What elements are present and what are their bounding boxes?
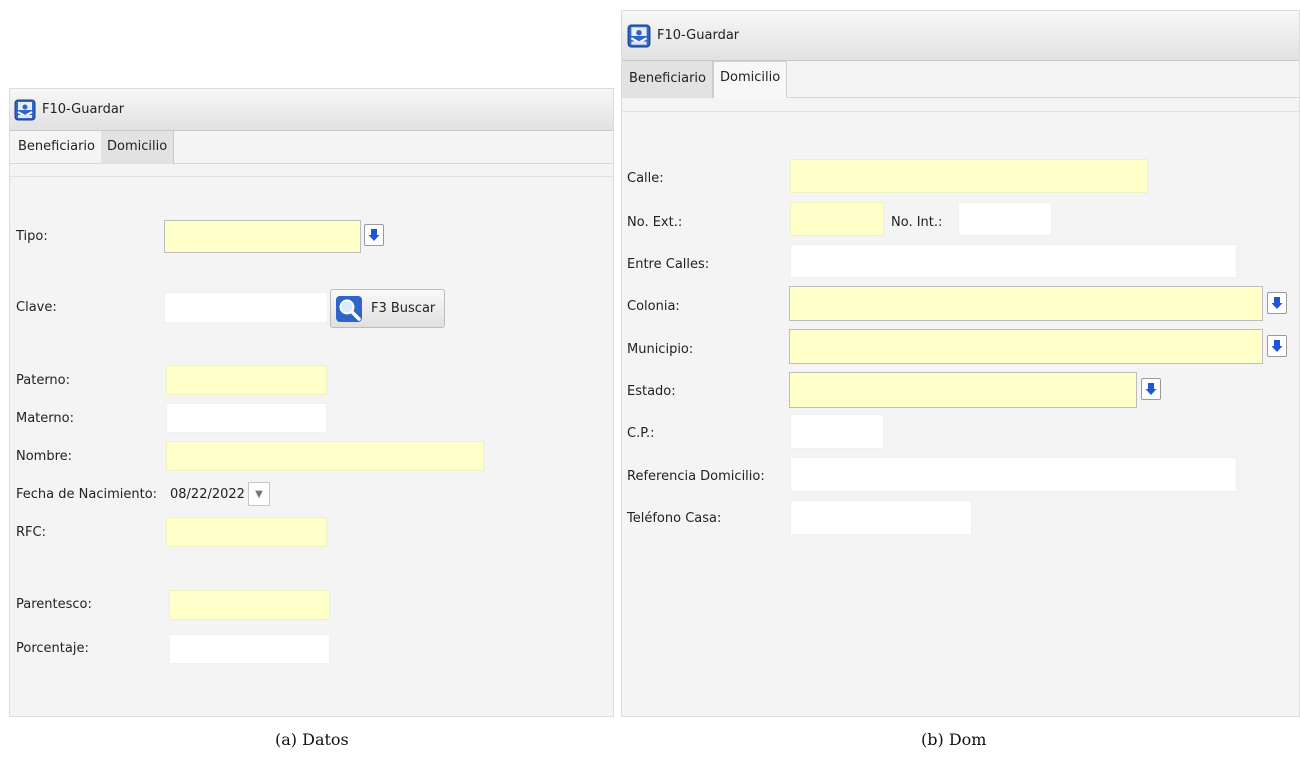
tab-bar: Beneficiario Domicilio <box>622 61 1299 98</box>
materno-label: Materno: <box>16 411 74 426</box>
fecha-dropdown-button[interactable]: ▼ <box>248 482 270 506</box>
referencia-domicilio-field[interactable] <box>790 457 1237 492</box>
entre-calles-label: Entre Calles: <box>627 257 710 272</box>
parentesco-label: Parentesco: <box>16 597 92 612</box>
no-ext-field[interactable] <box>790 202 884 236</box>
estado-label: Estado: <box>627 384 676 399</box>
referencia-domicilio-label: Referencia Domicilio: <box>627 469 765 484</box>
colonia-label: Colonia: <box>627 299 680 314</box>
paterno-field[interactable] <box>166 365 327 395</box>
parentesco-field[interactable] <box>169 590 330 620</box>
domicilio-panel: F10-Guardar Beneficiario Domicilio Calle… <box>621 10 1300 717</box>
datos-panel: F10-Guardar Beneficiario Domicilio Tipo:… <box>9 88 614 717</box>
municipio-field[interactable] <box>789 329 1263 364</box>
colonia-dropdown-button[interactable] <box>1267 292 1287 314</box>
tab-beneficiario[interactable]: Beneficiario <box>622 61 713 98</box>
save-icon <box>14 99 36 120</box>
save-button-label: F10-Guardar <box>42 102 125 117</box>
municipio-label: Municipio: <box>627 342 694 357</box>
buscar-button[interactable]: F3 Buscar <box>330 289 445 328</box>
clave-label: Clave: <box>16 300 57 315</box>
tab-domicilio[interactable]: Domicilio <box>712 61 788 98</box>
estado-dropdown-button[interactable] <box>1141 378 1161 400</box>
toolbar: F10-Guardar <box>622 11 1299 61</box>
save-button[interactable]: F10-Guardar <box>14 99 124 121</box>
save-button-label: F10-Guardar <box>657 28 740 43</box>
tipo-dropdown-button[interactable] <box>364 224 384 246</box>
rfc-label: RFC: <box>16 525 46 540</box>
fecha-nacimiento-value[interactable]: 08/22/2022 <box>170 487 245 502</box>
telefono-casa-field[interactable] <box>790 500 972 535</box>
fecha-nacimiento-label: Fecha de Nacimiento: <box>16 487 158 502</box>
no-int-field[interactable] <box>958 202 1052 236</box>
tab-bar: Beneficiario Domicilio <box>10 131 613 164</box>
down-arrow-icon <box>1145 383 1157 395</box>
porcentaje-label: Porcentaje: <box>16 641 89 656</box>
municipio-dropdown-button[interactable] <box>1267 335 1287 357</box>
entre-calles-field[interactable] <box>790 244 1237 278</box>
tab-divider <box>10 176 613 177</box>
nombre-label: Nombre: <box>16 449 73 464</box>
tipo-label: Tipo: <box>16 229 48 244</box>
porcentaje-field[interactable] <box>169 634 330 664</box>
save-button[interactable]: F10-Guardar <box>627 24 739 48</box>
down-arrow-icon <box>1271 340 1283 352</box>
caption-datos: (a) Datos <box>275 730 349 749</box>
tipo-field[interactable] <box>164 220 361 253</box>
colonia-field[interactable] <box>789 286 1263 321</box>
caption-dom: (b) Dom <box>921 730 987 749</box>
calle-field[interactable] <box>790 159 1148 193</box>
tab-beneficiario[interactable]: Beneficiario <box>10 131 101 163</box>
clave-field[interactable] <box>164 292 328 323</box>
paterno-label: Paterno: <box>16 373 71 388</box>
buscar-button-label: F3 Buscar <box>371 301 436 316</box>
search-icon <box>336 295 362 322</box>
cp-label: C.P.: <box>627 426 655 441</box>
rfc-field[interactable] <box>166 517 327 547</box>
save-icon <box>627 24 651 47</box>
tab-domicilio[interactable]: Domicilio <box>100 131 175 164</box>
telefono-casa-label: Teléfono Casa: <box>627 511 722 526</box>
toolbar: F10-Guardar <box>10 89 613 131</box>
down-arrow-icon <box>1271 297 1283 309</box>
nombre-field[interactable] <box>166 441 484 471</box>
no-ext-label: No. Ext.: <box>627 215 683 230</box>
no-int-label: No. Int.: <box>891 215 943 230</box>
estado-field[interactable] <box>789 372 1137 408</box>
cp-field[interactable] <box>790 414 884 449</box>
tab-divider <box>622 111 1299 112</box>
dropdown-triangle-icon: ▼ <box>255 488 263 500</box>
materno-field[interactable] <box>166 403 327 433</box>
down-arrow-icon <box>368 229 380 241</box>
calle-label: Calle: <box>627 171 664 186</box>
